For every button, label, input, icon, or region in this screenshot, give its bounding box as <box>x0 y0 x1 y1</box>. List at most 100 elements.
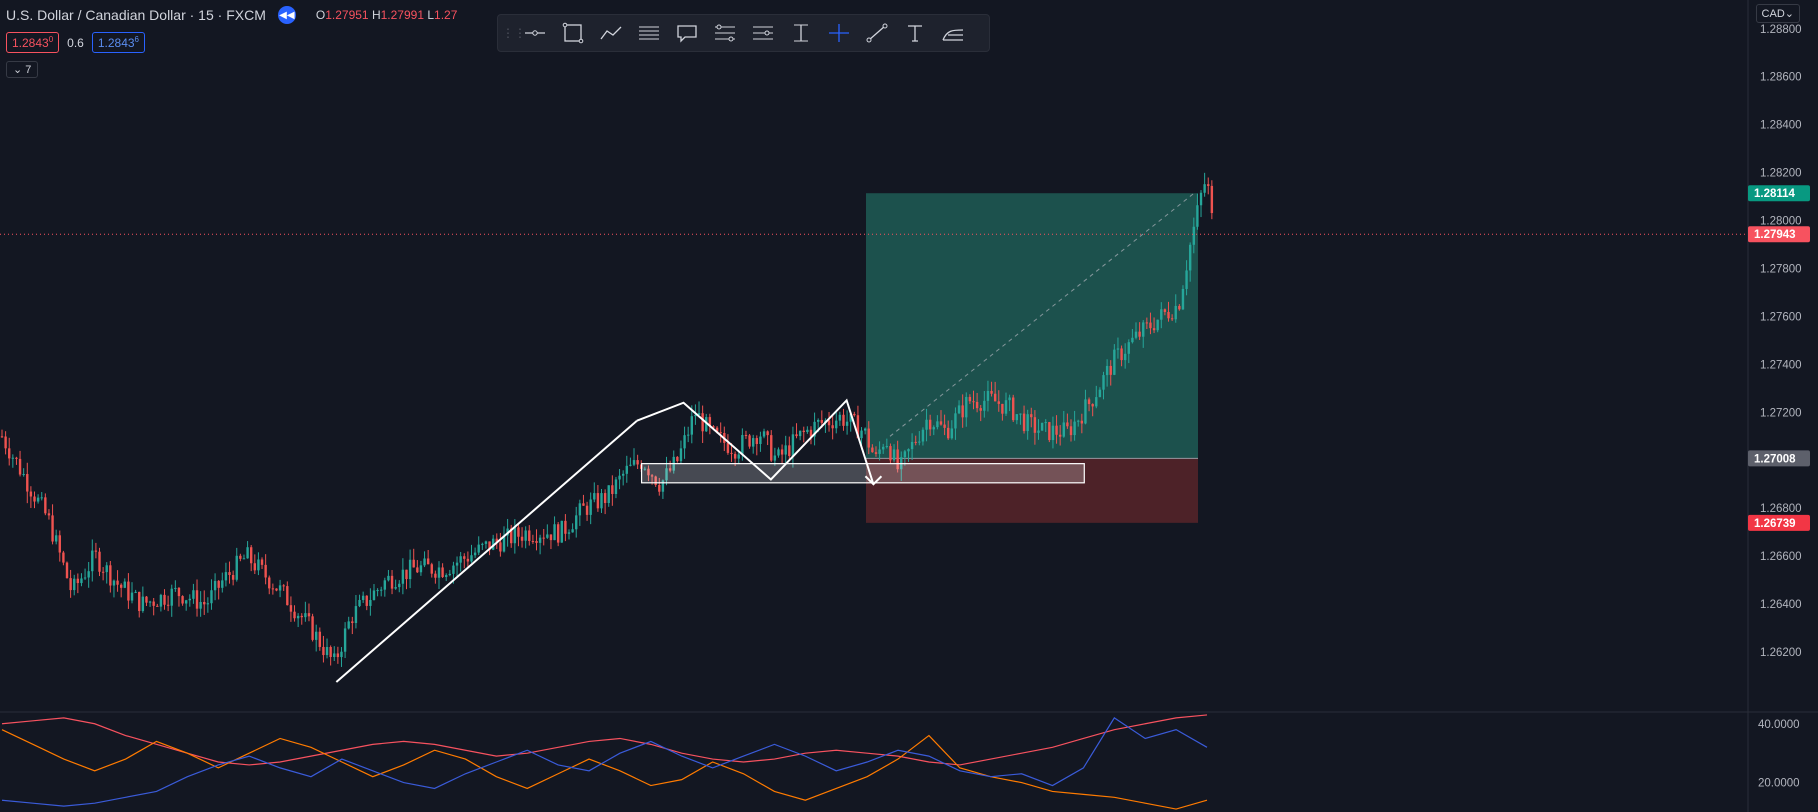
candle-body <box>542 537 545 539</box>
candle-body <box>1160 309 1163 320</box>
candle-body <box>235 555 238 580</box>
candle-body <box>986 390 990 401</box>
candle-body <box>820 419 824 423</box>
candle-body <box>271 588 275 590</box>
buy-button[interactable]: 1.28436 <box>91 32 145 53</box>
candle-body <box>517 527 520 537</box>
candle-body <box>636 460 639 465</box>
candle-body <box>1185 270 1188 289</box>
candle-body <box>842 414 845 426</box>
candle-body <box>369 599 372 606</box>
candle-body <box>296 615 300 619</box>
candle-body <box>607 485 610 504</box>
price-tick-label: 1.26200 <box>1760 647 1802 659</box>
candle-body <box>264 564 267 578</box>
candle-body <box>596 493 600 509</box>
candle-body <box>499 542 502 552</box>
candle-body <box>1123 353 1127 361</box>
price-tick-label: 1.27400 <box>1760 359 1802 371</box>
candle-body <box>112 580 116 586</box>
candle-body <box>589 499 592 515</box>
price-tick-label: 1.28000 <box>1760 216 1802 228</box>
candle-body <box>358 599 361 607</box>
candle-body <box>582 503 585 506</box>
candle-body <box>679 448 683 462</box>
candle-body <box>325 647 329 656</box>
candle-body <box>470 555 473 562</box>
candle-body <box>40 497 43 499</box>
candle-body <box>939 421 943 425</box>
candle-body <box>213 580 217 591</box>
candle-body <box>773 455 777 461</box>
candle-body <box>87 571 90 578</box>
candle-body <box>603 493 607 504</box>
horizontal-line-tool-icon[interactable] <box>516 18 554 48</box>
candle-body <box>1026 414 1029 432</box>
ask-price: 1.2843 <box>97 36 135 50</box>
candle-body <box>914 441 917 443</box>
price-range-tool-icon[interactable] <box>782 18 820 48</box>
currency-selector[interactable]: CAD⌄ <box>1755 4 1800 23</box>
candle-body <box>11 457 15 459</box>
trend-line-tool-icon[interactable] <box>858 18 896 48</box>
candle-body <box>1131 337 1134 343</box>
candle-body <box>166 604 170 606</box>
candle-body <box>351 621 354 624</box>
candle-body <box>571 529 574 533</box>
symbol-title[interactable]: U.S. Dollar / Canadian Dollar · 15 · FXC… <box>6 7 266 23</box>
candlestick-chart[interactable]: 1.28800 1.28600 1.28400 1.28200 1.28000 1.278… <box>0 0 1818 812</box>
candle-body <box>701 413 704 432</box>
chart-header: U.S. Dollar / Canadian Dollar · 15 · FXC… <box>6 6 457 24</box>
candle-body <box>242 558 246 560</box>
candle-body <box>766 431 769 436</box>
candle-body <box>795 434 798 437</box>
candle-body <box>882 446 885 450</box>
candle-body <box>1098 389 1102 398</box>
candle-body <box>1207 184 1210 186</box>
candle-body <box>33 496 36 502</box>
candle-body <box>372 590 376 600</box>
price-tick-label: 1.26600 <box>1760 551 1802 563</box>
indicators-count: 7 <box>25 64 32 76</box>
candle-body <box>268 577 271 589</box>
candle-body <box>199 601 202 609</box>
sell-button[interactable]: 1.28430 <box>6 32 60 53</box>
candle-body <box>426 558 430 565</box>
candle-body <box>1156 319 1159 331</box>
candle-body <box>932 427 935 430</box>
candle-body <box>741 435 744 455</box>
candle-body <box>195 590 199 609</box>
candle-body <box>871 447 874 453</box>
candle-body <box>260 559 264 565</box>
path-tool-icon[interactable] <box>592 18 630 48</box>
candle-body <box>282 585 285 587</box>
candle-body <box>105 565 108 573</box>
crosshair-tool-icon[interactable] <box>820 18 858 48</box>
replay-icon[interactable]: ◀◀ <box>277 6 296 24</box>
candle-body <box>1134 331 1138 338</box>
candle-body <box>300 615 303 618</box>
candle-body <box>412 559 415 568</box>
pitchfork-tool-icon[interactable] <box>934 18 972 48</box>
parallel-lines-tool-icon[interactable] <box>630 18 668 48</box>
candle-body <box>1015 414 1019 421</box>
rectangle-tool-icon[interactable] <box>554 18 592 48</box>
fib-retracement-tool-icon[interactable] <box>706 18 744 48</box>
candle-body <box>405 569 408 580</box>
callout-tool-icon[interactable] <box>668 18 706 48</box>
candle-body <box>134 591 137 593</box>
indicators-toggle[interactable]: ⌄ 7 <box>6 61 39 78</box>
candle-body <box>1040 422 1044 431</box>
candle-body <box>44 497 47 514</box>
candle-body <box>1105 365 1109 376</box>
candle-body <box>455 562 459 566</box>
candle-body <box>867 428 870 448</box>
fib-extension-tool-icon[interactable] <box>744 18 782 48</box>
drag-handle-icon[interactable]: ⋮⋮ <box>502 26 526 40</box>
text-tool-icon[interactable] <box>896 18 934 48</box>
candle-body <box>188 598 191 601</box>
candle-body <box>575 515 578 530</box>
candle-body <box>600 493 603 509</box>
candle-body <box>748 435 751 447</box>
price-axis[interactable]: 1.28800 1.28600 1.28400 1.28200 1.28000 1.278… <box>1747 0 1802 812</box>
